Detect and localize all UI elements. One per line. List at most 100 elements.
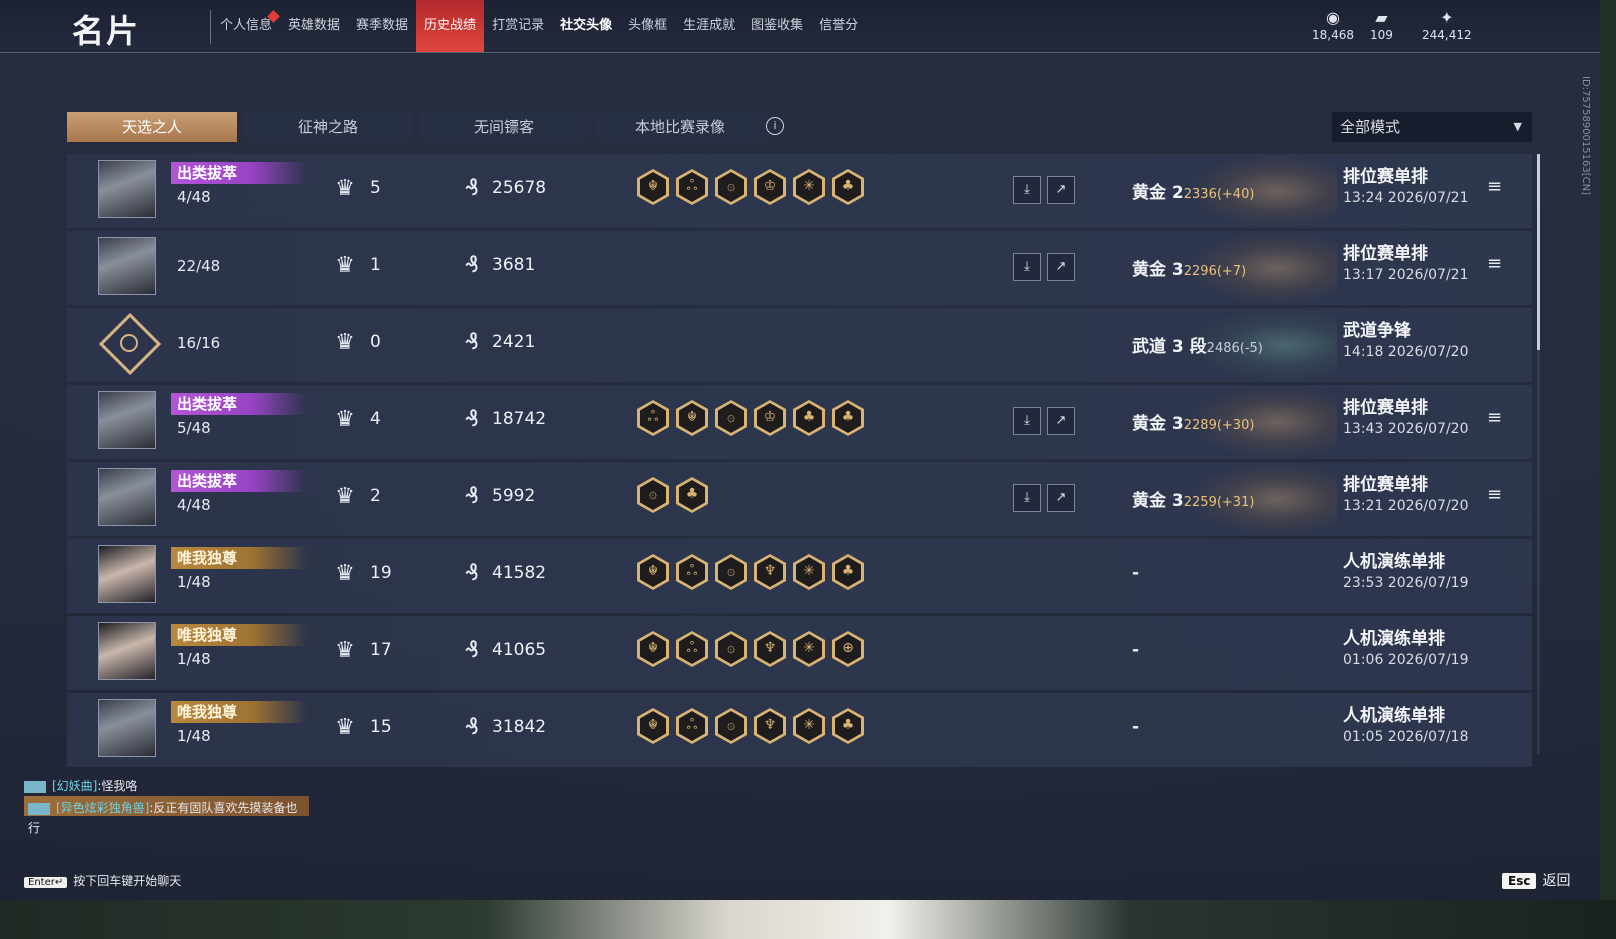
award-icon[interactable]: ☬ bbox=[637, 169, 669, 205]
download-icon[interactable]: ⤓ bbox=[1013, 484, 1041, 512]
subtab[interactable]: 本地比赛录像 bbox=[595, 112, 765, 142]
award-icon[interactable]: ⊕ bbox=[832, 631, 864, 667]
chat-username[interactable]: [幻妖曲] bbox=[52, 779, 97, 793]
nav-tab[interactable]: 生涯成就 bbox=[675, 0, 743, 52]
nav-tab[interactable]: 历史战绩 bbox=[416, 0, 485, 52]
award-icon[interactable]: ☬ bbox=[637, 708, 669, 744]
share-icon[interactable]: ↗ bbox=[1047, 253, 1075, 281]
award-icon[interactable]: ✳ bbox=[793, 631, 825, 667]
award-icon[interactable]: ✳ bbox=[793, 708, 825, 744]
award-icon[interactable]: ♣ bbox=[793, 400, 825, 436]
tier-name: 黄金 2 bbox=[1132, 183, 1184, 203]
award-icon[interactable]: ۞ bbox=[715, 169, 747, 205]
nav-tab[interactable]: 头像框 bbox=[620, 0, 675, 52]
match-row[interactable]: 22/48 ♛ 1 ₰ 3681 ⤓ ↗ 黄金 32296(+7) 排位赛单排 13:17 202… bbox=[67, 231, 1532, 305]
award-icon[interactable]: ஃ bbox=[676, 631, 708, 667]
award-icon[interactable]: ۞ bbox=[715, 631, 747, 667]
download-icon[interactable]: ⤓ bbox=[1013, 253, 1041, 281]
award-icon[interactable]: ✳ bbox=[793, 554, 825, 590]
kills-icon: ♛ bbox=[335, 484, 355, 509]
award-icon[interactable]: ♣ bbox=[832, 169, 864, 205]
award-glyph: ♣ bbox=[841, 178, 855, 194]
match-history-list: 出类拔萃 4/48 ♛ 5 ₰ 25678 ☬ ஃ ۞ ♔ ✳ ♣ ⤓ ↗ 黄金 22336(+40) 排位赛… bbox=[67, 154, 1532, 770]
award-glyph: ஃ bbox=[647, 409, 659, 425]
download-icon[interactable]: ⤓ bbox=[1013, 176, 1041, 204]
chat-hint[interactable]: Enter↵ 按下回车键开始聊天 bbox=[24, 872, 181, 889]
award-list: ஃ ☬ ۞ ♔ ♣ ♣ bbox=[637, 400, 864, 436]
hero-avatar bbox=[98, 468, 156, 526]
kills-icon: ♛ bbox=[335, 561, 355, 586]
tier-rank: - bbox=[1132, 717, 1139, 737]
details-menu-icon[interactable]: ≡ bbox=[1487, 253, 1502, 274]
currency-icon: ₰ bbox=[465, 253, 479, 278]
award-icon[interactable]: ۞ bbox=[715, 708, 747, 744]
share-icon[interactable]: ↗ bbox=[1047, 407, 1075, 435]
match-row[interactable]: 16/16 ♛ 0 ₰ 2421 武道 3 段2486(-5) 武道争锋 14:18 2026… bbox=[67, 308, 1532, 382]
award-icon[interactable]: ♔ bbox=[754, 169, 786, 205]
channel-icon bbox=[28, 802, 50, 815]
award-icon[interactable]: ♣ bbox=[832, 554, 864, 590]
kills-icon: ♛ bbox=[335, 407, 355, 432]
esc-key-icon: Esc bbox=[1502, 873, 1537, 889]
award-icon[interactable]: ♣ bbox=[832, 400, 864, 436]
currency-item: ◉ 18,468 bbox=[1312, 8, 1354, 42]
award-icon[interactable]: ஃ bbox=[676, 554, 708, 590]
award-icon[interactable]: ۞ bbox=[715, 554, 747, 590]
match-row[interactable]: 出类拔萃 4/48 ♛ 5 ₰ 25678 ☬ ஃ ۞ ♔ ✳ ♣ ⤓ ↗ 黄金 22336(+40) 排位赛… bbox=[67, 154, 1532, 228]
tier-points: 2336(+40) bbox=[1183, 187, 1255, 202]
subtab[interactable]: 无间镖客 bbox=[419, 112, 589, 142]
award-icon[interactable]: ♣ bbox=[832, 708, 864, 744]
tier-name: - bbox=[1132, 640, 1140, 660]
match-row[interactable]: 出类拔萃 4/48 ♛ 2 ₰ 5992 ۞ ♣ ⤓ ↗ 黄金 32259(+31) 排位赛单排 13:… bbox=[67, 462, 1532, 536]
chat-username[interactable]: [异色炫彩独角兽] bbox=[56, 801, 149, 815]
details-menu-icon[interactable]: ≡ bbox=[1487, 484, 1502, 505]
subtab[interactable]: 天选之人 bbox=[67, 112, 237, 142]
nav-tab[interactable]: 英雄数据 bbox=[280, 0, 348, 52]
details-menu-icon[interactable]: ≡ bbox=[1487, 176, 1502, 197]
row-actions: ⤓ ↗ bbox=[1013, 407, 1075, 435]
mode-filter-dropdown[interactable]: 全部模式 ▼ bbox=[1332, 112, 1532, 142]
award-icon[interactable]: ☬ bbox=[637, 631, 669, 667]
kill-count: 19 bbox=[370, 563, 392, 583]
award-icon[interactable]: ♣ bbox=[676, 477, 708, 513]
match-mode: 武道争锋 bbox=[1343, 321, 1411, 341]
match-row[interactable]: 出类拔萃 5/48 ♛ 4 ₰ 18742 ஃ ☬ ۞ ♔ ♣ ♣ ⤓ ↗ 黄金 32289(+30) 排位赛… bbox=[67, 385, 1532, 459]
info-icon[interactable]: i bbox=[766, 117, 784, 135]
award-icon[interactable]: ♆ bbox=[754, 631, 786, 667]
award-icon[interactable]: ஃ bbox=[637, 400, 669, 436]
kill-count: 5 bbox=[370, 178, 381, 198]
award-icon[interactable]: ۞ bbox=[637, 477, 669, 513]
match-row[interactable]: 唯我独尊 1/48 ♛ 19 ₰ 41582 ☬ ஃ ۞ ♆ ✳ ♣ - 人机演练单排 23:53 2026… bbox=[67, 539, 1532, 613]
tier-rank: - bbox=[1132, 563, 1139, 583]
share-icon[interactable]: ↗ bbox=[1047, 484, 1075, 512]
award-icon[interactable]: ♔ bbox=[754, 400, 786, 436]
award-icon[interactable]: ஃ bbox=[676, 169, 708, 205]
player-id: ID:7575890015163[CN] bbox=[1580, 76, 1591, 195]
nav-tab-label: 英雄数据 bbox=[288, 18, 341, 33]
award-icon[interactable]: ♆ bbox=[754, 708, 786, 744]
download-icon[interactable]: ⤓ bbox=[1013, 407, 1041, 435]
nav-tab-label: 打赏记录 bbox=[492, 18, 545, 33]
nav-tab[interactable]: 打赏记录 bbox=[484, 0, 552, 52]
nav-tab[interactable]: 赛季数据 bbox=[348, 0, 416, 52]
back-button[interactable]: Esc 返回 bbox=[1502, 870, 1570, 890]
nav-tab[interactable]: 图鉴收集 bbox=[743, 0, 811, 52]
nav-tab[interactable]: 信誉分 bbox=[811, 0, 866, 52]
award-icon[interactable]: ☬ bbox=[676, 400, 708, 436]
subtab[interactable]: 征神之路 bbox=[243, 112, 413, 142]
nav-tab[interactable]: 个人信息 bbox=[212, 0, 280, 52]
details-menu-icon[interactable]: ≡ bbox=[1487, 407, 1502, 428]
award-icon[interactable]: ஃ bbox=[676, 708, 708, 744]
nav-tab-label: 社交头像 bbox=[560, 18, 613, 33]
match-row[interactable]: 唯我独尊 1/48 ♛ 17 ₰ 41065 ☬ ஃ ۞ ♆ ✳ ⊕ - 人机演练单排 01:06 2026… bbox=[67, 616, 1532, 690]
match-mode: 排位赛单排 bbox=[1343, 398, 1428, 418]
nav-tab[interactable]: 社交头像 bbox=[552, 0, 620, 52]
match-row[interactable]: 唯我独尊 1/48 ♛ 15 ₰ 31842 ☬ ஃ ۞ ♆ ✳ ♣ - 人机演练单排 01:05 2026… bbox=[67, 693, 1532, 767]
award-icon[interactable]: ♆ bbox=[754, 554, 786, 590]
award-icon[interactable]: ☬ bbox=[637, 554, 669, 590]
scrollbar-thumb[interactable] bbox=[1537, 154, 1540, 350]
award-icon[interactable]: ✳ bbox=[793, 169, 825, 205]
award-icon[interactable]: ۞ bbox=[715, 400, 747, 436]
share-icon[interactable]: ↗ bbox=[1047, 176, 1075, 204]
match-mode: 排位赛单排 bbox=[1343, 475, 1428, 495]
